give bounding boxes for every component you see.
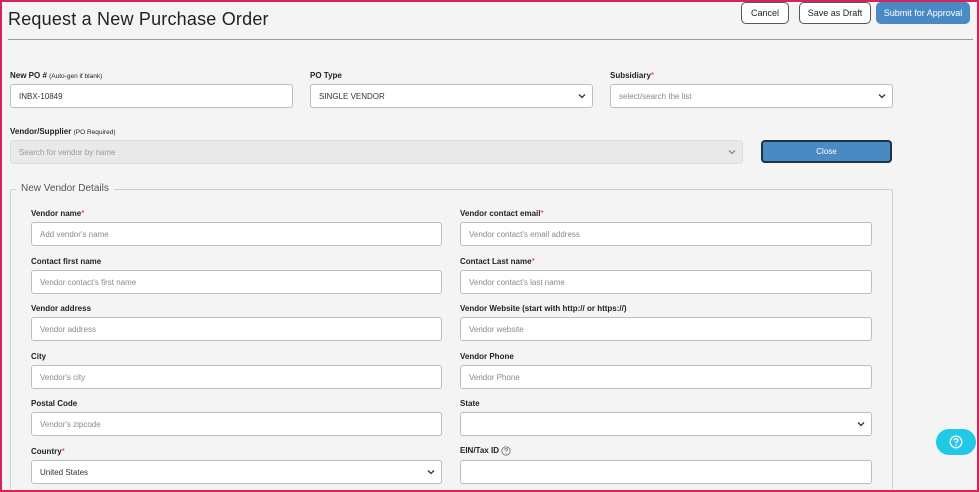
- first-name-input[interactable]: Vendor contact's first name: [31, 270, 442, 294]
- vendor-address-label: Vendor address: [31, 304, 92, 313]
- city-label: City: [31, 352, 47, 361]
- vendor-website-input[interactable]: Vendor website: [460, 317, 872, 341]
- postal-code-label: Postal Code: [31, 399, 78, 408]
- vendor-search-placeholder: Search for vendor by name: [19, 147, 116, 157]
- header-divider: [8, 39, 973, 40]
- save-draft-button[interactable]: Save as Draft: [799, 2, 871, 24]
- chevron-down-icon: [857, 422, 865, 427]
- po-number-hint: (Auto-gen if blank): [49, 73, 103, 80]
- country-value: United States: [40, 467, 89, 477]
- subsidiary-select[interactable]: select/search the list: [610, 84, 893, 108]
- po-number-label: New PO # (Auto-gen if blank): [10, 71, 103, 80]
- page-title: Request a New Purchase Order: [8, 9, 269, 29]
- vendor-search-select[interactable]: Search for vendor by name: [10, 140, 743, 164]
- cancel-button[interactable]: Cancel: [741, 2, 789, 24]
- vendor-address-input[interactable]: Vendor address: [31, 317, 442, 341]
- last-name-input[interactable]: Vendor contact's last name: [460, 270, 872, 294]
- ein-input[interactable]: [460, 460, 872, 484]
- vendor-phone-label: Vendor Phone: [460, 352, 514, 361]
- question-circle-icon[interactable]: [501, 446, 511, 456]
- vendor-email-input[interactable]: Vendor contact's email address: [460, 222, 872, 246]
- po-type-select[interactable]: SINGLE VENDOR: [310, 84, 593, 108]
- vendor-supplier-label: Vendor/Supplier (PO Required): [10, 127, 116, 136]
- first-name-label: Contact first name: [31, 257, 102, 266]
- close-button[interactable]: Close: [761, 140, 892, 163]
- state-label: State: [460, 399, 480, 408]
- chevron-down-icon: [578, 94, 586, 99]
- po-number-input[interactable]: INBX-10849: [10, 84, 293, 108]
- vendor-supplier-hint: (PO Required): [73, 129, 116, 136]
- state-select[interactable]: [460, 412, 872, 436]
- help-icon: [949, 435, 963, 449]
- last-name-label: Contact Last name*: [460, 257, 535, 266]
- po-type-value: SINGLE VENDOR: [319, 91, 385, 101]
- chevron-down-icon: [728, 150, 736, 155]
- new-vendor-legend: New Vendor Details: [16, 183, 114, 194]
- vendor-phone-input[interactable]: Vendor Phone: [460, 365, 872, 389]
- vendor-email-label: Vendor contact email*: [460, 209, 544, 218]
- city-input[interactable]: Vendor's city: [31, 365, 442, 389]
- chevron-down-icon: [427, 470, 435, 475]
- vendor-name-input[interactable]: Add vendor's name: [31, 222, 442, 246]
- po-type-label: PO Type: [310, 71, 342, 80]
- required-mark: *: [650, 71, 655, 80]
- chevron-down-icon: [878, 94, 886, 99]
- country-select[interactable]: United States: [31, 460, 442, 484]
- submit-for-approval-button[interactable]: Submit for Approval: [876, 2, 970, 24]
- help-button[interactable]: [936, 429, 976, 455]
- ein-label: EIN/Tax ID: [460, 446, 511, 456]
- postal-code-input[interactable]: Vendor's zipcode: [31, 412, 442, 436]
- country-label: Country*: [31, 447, 65, 456]
- app-frame: Request a New Purchase Order Cancel Save…: [0, 0, 979, 492]
- vendor-name-label: Vendor name*: [31, 209, 85, 218]
- subsidiary-label: Subsidiary*: [610, 71, 655, 80]
- subsidiary-placeholder: select/search the list: [619, 91, 692, 101]
- vendor-website-label: Vendor Website (start with http:// or ht…: [460, 304, 627, 313]
